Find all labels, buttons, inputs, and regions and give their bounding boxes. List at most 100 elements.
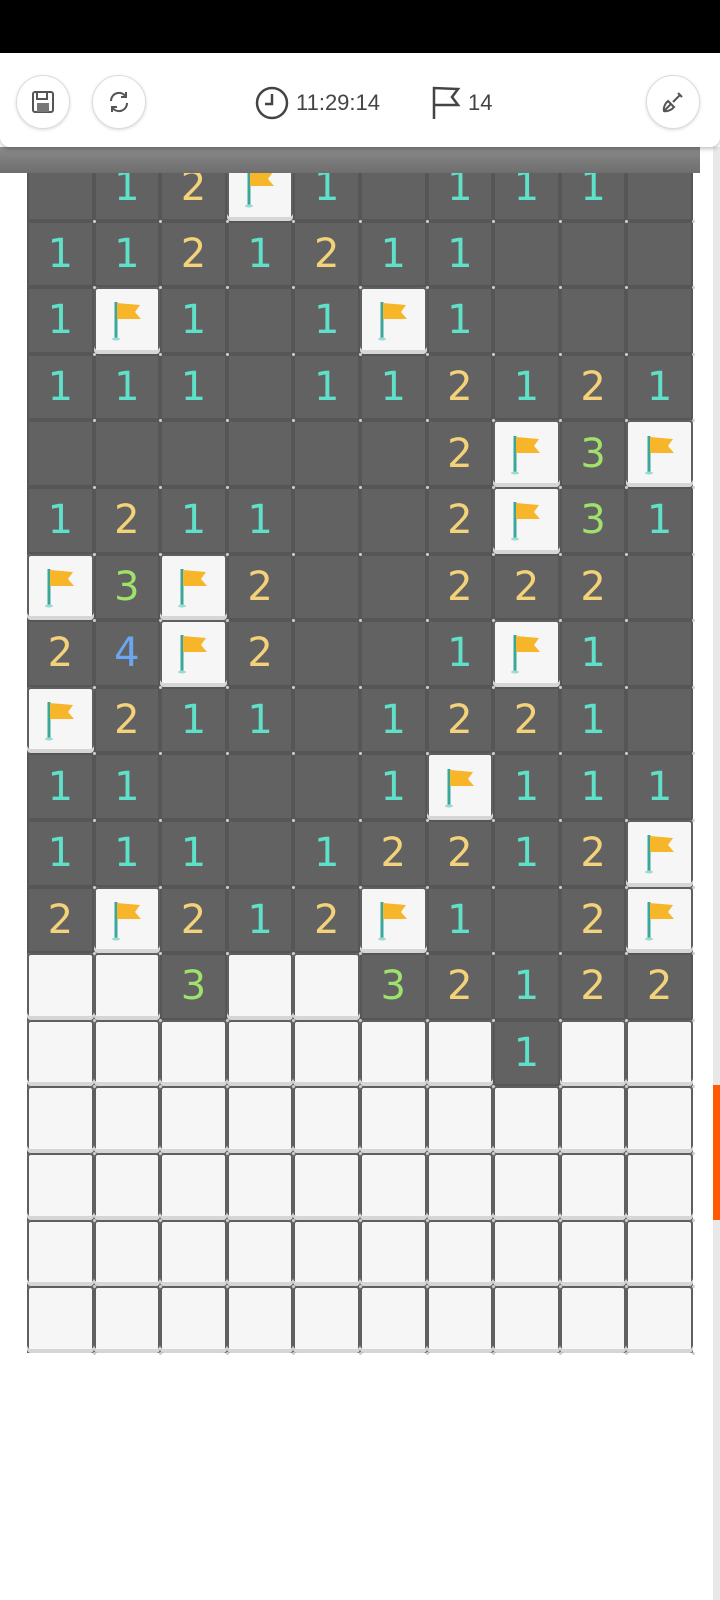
cell-covered[interactable] <box>160 1286 229 1355</box>
cell-covered[interactable] <box>359 1019 429 1089</box>
cell-number[interactable]: 1 <box>426 886 496 956</box>
cell-covered[interactable] <box>626 1019 695 1089</box>
cell-number[interactable]: 1 <box>626 486 695 556</box>
cell-number[interactable]: 1 <box>226 486 296 556</box>
cell-empty[interactable] <box>226 420 296 489</box>
cell-number[interactable]: 1 <box>359 220 429 290</box>
cell-empty[interactable] <box>293 420 362 489</box>
cell-covered[interactable] <box>493 1086 562 1155</box>
cell-number[interactable]: 2 <box>426 953 496 1022</box>
cell-covered[interactable] <box>426 1219 496 1289</box>
cell-empty[interactable] <box>493 220 562 290</box>
cell-number[interactable]: 3 <box>160 953 229 1022</box>
cell-number[interactable]: 1 <box>93 353 163 423</box>
cell-covered[interactable] <box>293 1086 362 1155</box>
cell-covered[interactable] <box>626 1152 695 1222</box>
cell-empty[interactable] <box>626 553 695 623</box>
cell-empty[interactable] <box>293 686 362 756</box>
cell-number[interactable]: 1 <box>293 287 362 356</box>
cell-empty[interactable] <box>359 486 429 556</box>
cell-covered[interactable] <box>426 1286 496 1355</box>
cell-empty[interactable] <box>559 287 629 356</box>
cell-number[interactable]: 3 <box>359 953 429 1022</box>
cell-number[interactable]: 1 <box>93 819 163 889</box>
cell-covered[interactable] <box>626 1219 695 1289</box>
cell-covered[interactable] <box>493 1286 562 1355</box>
cell-empty[interactable] <box>359 553 429 623</box>
cell-number[interactable]: 2 <box>160 220 229 290</box>
cell-covered[interactable] <box>426 1086 496 1155</box>
cell-covered[interactable] <box>626 1086 695 1155</box>
cell-covered[interactable] <box>93 1286 163 1355</box>
cell-flagged[interactable] <box>160 553 229 623</box>
cell-number[interactable]: 1 <box>160 819 229 889</box>
cell-number[interactable]: 1 <box>493 1019 562 1089</box>
cell-empty[interactable] <box>293 753 362 822</box>
cell-number[interactable]: 1 <box>426 620 496 689</box>
cell-number[interactable]: 1 <box>559 753 629 822</box>
cell-flagged[interactable] <box>359 886 429 956</box>
cell-empty[interactable] <box>559 220 629 290</box>
cell-number[interactable]: 2 <box>293 220 362 290</box>
cell-number[interactable]: 2 <box>426 819 496 889</box>
cell-covered[interactable] <box>160 1086 229 1155</box>
dig-mode-button[interactable] <box>646 75 700 129</box>
cell-covered[interactable] <box>359 1152 429 1222</box>
cell-empty[interactable] <box>160 420 229 489</box>
cell-flagged[interactable] <box>626 420 695 489</box>
cell-number[interactable]: 1 <box>27 819 96 889</box>
cell-number[interactable]: 2 <box>426 353 496 423</box>
cell-number[interactable]: 1 <box>626 353 695 423</box>
cell-number[interactable]: 2 <box>559 886 629 956</box>
cell-number[interactable]: 1 <box>359 753 429 822</box>
cell-number[interactable]: 2 <box>626 953 695 1022</box>
cell-number[interactable]: 3 <box>559 420 629 489</box>
cell-covered[interactable] <box>160 1019 229 1089</box>
cell-number[interactable]: 1 <box>493 953 562 1022</box>
cell-number[interactable]: 1 <box>226 886 296 956</box>
cell-number[interactable]: 1 <box>359 353 429 423</box>
cell-empty[interactable] <box>27 420 96 489</box>
cell-empty[interactable] <box>626 220 695 290</box>
cell-covered[interactable] <box>27 1019 96 1089</box>
cell-covered[interactable] <box>226 1219 296 1289</box>
cell-flagged[interactable] <box>626 819 695 889</box>
cell-covered[interactable] <box>559 1086 629 1155</box>
cell-covered[interactable] <box>27 1286 96 1355</box>
cell-number[interactable]: 2 <box>493 553 562 623</box>
cell-number[interactable]: 2 <box>559 353 629 423</box>
cell-flagged[interactable] <box>27 553 96 623</box>
cell-covered[interactable] <box>293 1019 362 1089</box>
cell-flagged[interactable] <box>160 620 229 689</box>
cell-number[interactable]: 1 <box>626 753 695 822</box>
cell-number[interactable]: 2 <box>559 553 629 623</box>
cell-number[interactable]: 2 <box>493 686 562 756</box>
cell-number[interactable]: 1 <box>27 287 96 356</box>
cell-number[interactable]: 2 <box>293 886 362 956</box>
cell-empty[interactable] <box>493 886 562 956</box>
cell-number[interactable]: 1 <box>160 287 229 356</box>
cell-covered[interactable] <box>226 1019 296 1089</box>
cell-covered[interactable] <box>559 1019 629 1089</box>
cell-number[interactable]: 2 <box>359 819 429 889</box>
cell-number[interactable]: 1 <box>426 287 496 356</box>
cell-covered[interactable] <box>426 1019 496 1089</box>
cell-empty[interactable] <box>359 620 429 689</box>
cell-number[interactable]: 1 <box>27 486 96 556</box>
cell-empty[interactable] <box>226 819 296 889</box>
cell-number[interactable]: 2 <box>559 953 629 1022</box>
cell-empty[interactable] <box>93 420 163 489</box>
cell-covered[interactable] <box>93 1086 163 1155</box>
cell-number[interactable]: 1 <box>293 353 362 423</box>
cell-empty[interactable] <box>226 753 296 822</box>
save-button[interactable] <box>16 75 70 129</box>
cell-empty[interactable] <box>160 753 229 822</box>
cell-covered[interactable] <box>293 1286 362 1355</box>
cell-covered[interactable] <box>27 1152 96 1222</box>
cell-number[interactable]: 2 <box>426 486 496 556</box>
minesweeper-board[interactable]: 1211111121211111111111212123121123132222… <box>27 154 695 1355</box>
cell-covered[interactable] <box>626 1286 695 1355</box>
cell-number[interactable]: 1 <box>226 686 296 756</box>
cell-number[interactable]: 1 <box>27 220 96 290</box>
cell-flagged[interactable] <box>426 753 496 822</box>
